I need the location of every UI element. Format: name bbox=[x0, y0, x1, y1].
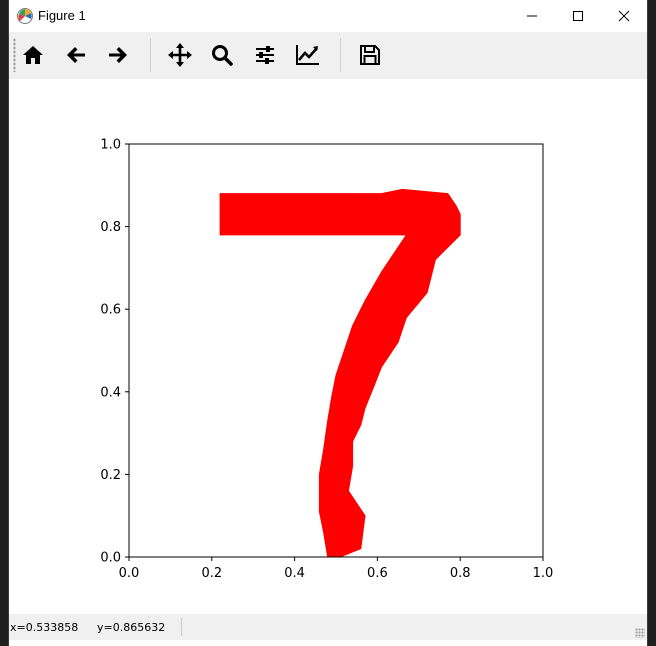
x-tick-label: 0.4 bbox=[284, 566, 305, 581]
line-chart-icon bbox=[296, 45, 319, 65]
title-bar[interactable]: Figure 1 bbox=[9, 0, 647, 32]
forward-button[interactable] bbox=[101, 38, 135, 72]
toolbar-separator bbox=[150, 38, 151, 72]
series-0-digit-seven bbox=[219, 188, 461, 558]
status-bar: x=0.533858 y=0.865632 bbox=[9, 614, 647, 640]
sliders-icon bbox=[256, 46, 274, 64]
minimize-button[interactable] bbox=[509, 0, 555, 32]
home-icon bbox=[23, 46, 43, 64]
toolbar-separator bbox=[340, 38, 341, 72]
x-tick-label: 0.8 bbox=[450, 566, 471, 581]
zoom-button[interactable] bbox=[205, 38, 239, 72]
y-tick-label: 0.8 bbox=[100, 220, 121, 235]
y-tick-label: 0.6 bbox=[100, 303, 121, 318]
x-tick-label: 0.0 bbox=[119, 566, 140, 581]
matplotlib-logo-icon bbox=[17, 8, 33, 24]
resize-grip[interactable] bbox=[635, 628, 645, 638]
cursor-y-readout: y=0.865632 bbox=[97, 621, 166, 634]
save-button[interactable] bbox=[353, 38, 387, 72]
floppy-disk-icon bbox=[360, 45, 380, 65]
status-separator bbox=[181, 618, 182, 636]
navigation-toolbar bbox=[9, 32, 647, 79]
figure-canvas[interactable]: 0.0 0.2 0.4 0.6 0.8 1.0 0.0 0.2 0.4 0.6 0.8 1.0 bbox=[9, 79, 647, 614]
minimize-icon bbox=[527, 15, 537, 17]
back-button[interactable] bbox=[59, 38, 93, 72]
y-tick-label: 1.0 bbox=[100, 138, 121, 153]
x-axis-ticks: 0.0 0.2 0.4 0.6 0.8 1.0 bbox=[119, 557, 554, 581]
arrow-left-icon bbox=[67, 47, 85, 63]
pan-button[interactable] bbox=[163, 38, 197, 72]
x-tick-label: 1.0 bbox=[533, 566, 554, 581]
home-button[interactable] bbox=[16, 38, 50, 72]
subplots-button[interactable] bbox=[248, 38, 282, 72]
y-tick-label: 0.4 bbox=[100, 385, 121, 400]
figure-window: Figure 1 0.0 0.2 0.4 0.6 0.8 1.0 0.0 0.2… bbox=[9, 0, 647, 646]
plot-svg: 0.0 0.2 0.4 0.6 0.8 1.0 0.0 0.2 0.4 0.6 0.8 1.0 bbox=[100, 138, 554, 582]
move-icon bbox=[168, 43, 192, 67]
arrow-right-icon bbox=[109, 47, 127, 63]
edit-axes-button[interactable] bbox=[291, 38, 325, 72]
window-title: Figure 1 bbox=[38, 8, 86, 23]
y-tick-label: 0.0 bbox=[100, 551, 121, 566]
close-button[interactable] bbox=[601, 0, 647, 32]
x-tick-label: 0.6 bbox=[367, 566, 388, 581]
close-icon bbox=[618, 10, 630, 22]
maximize-button[interactable] bbox=[555, 0, 601, 32]
y-axis-ticks: 0.0 0.2 0.4 0.6 0.8 1.0 bbox=[100, 138, 129, 566]
cursor-x-readout: x=0.533858 bbox=[10, 621, 79, 634]
zoom-icon bbox=[212, 45, 233, 66]
background-editor-left bbox=[0, 0, 9, 646]
y-tick-label: 0.2 bbox=[100, 468, 121, 483]
maximize-icon bbox=[573, 11, 583, 21]
x-tick-label: 0.2 bbox=[201, 566, 222, 581]
